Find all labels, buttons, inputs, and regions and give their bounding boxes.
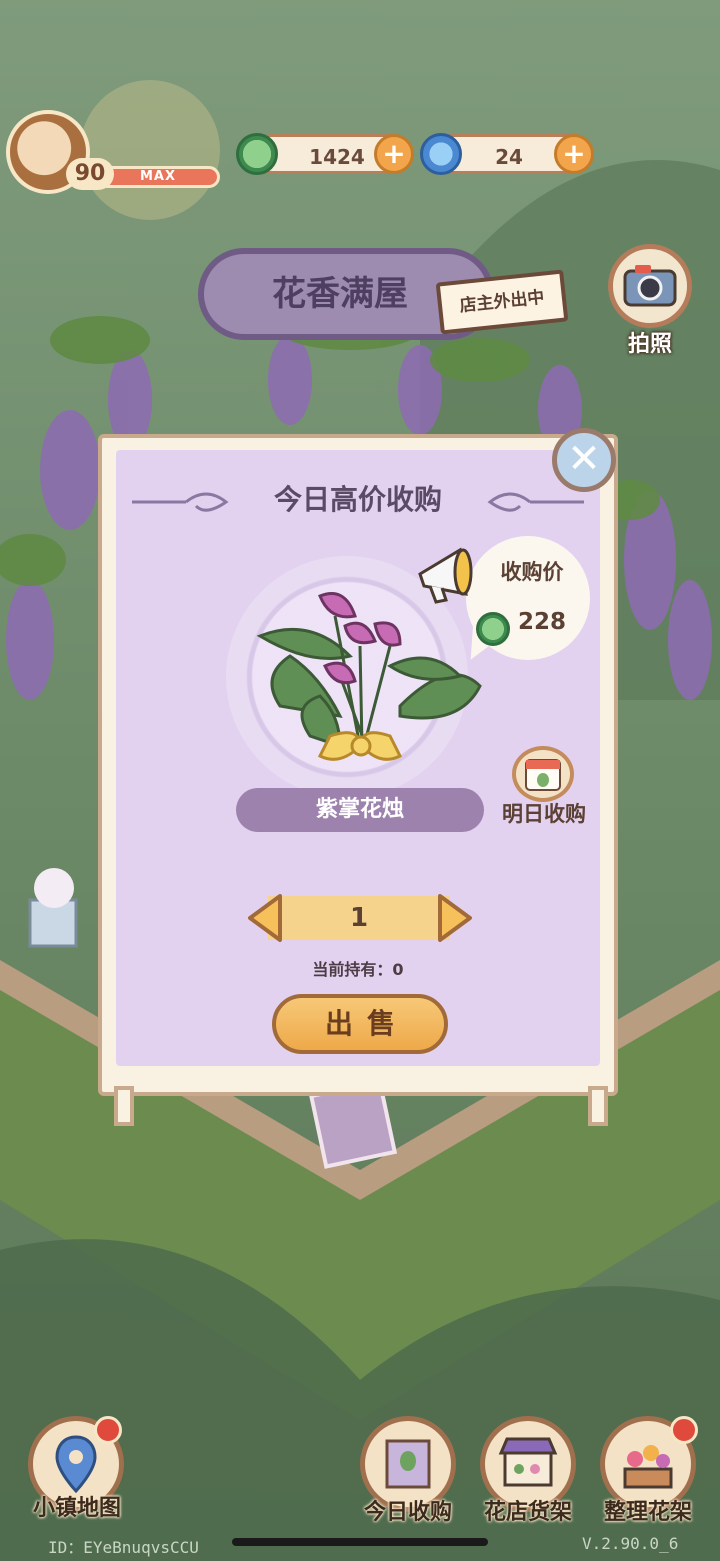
board-title: 今日高价收购 xyxy=(273,483,442,516)
close-icon: ✕ xyxy=(567,436,601,482)
sell-button-label: 出售 xyxy=(324,1007,409,1040)
version-label: V.2.90.0_6 xyxy=(582,1534,679,1553)
add-gems-button[interactable]: + xyxy=(554,134,594,174)
notification-dot xyxy=(670,1416,698,1444)
calendar-icon xyxy=(525,759,561,791)
camera-button[interactable] xyxy=(608,244,692,328)
town-map-label: 小镇地图 xyxy=(32,1496,121,1521)
camera-icon xyxy=(623,265,677,307)
board-leg-left xyxy=(114,1086,134,1126)
tomorrow-purchase-button[interactable] xyxy=(512,746,574,802)
player-level: 90 xyxy=(66,158,114,190)
decrease-quantity-button[interactable] xyxy=(244,892,286,944)
arrange-shelf-label: 整理花架 xyxy=(603,1500,692,1525)
increase-quantity-button[interactable] xyxy=(434,892,476,944)
board-leg-right xyxy=(588,1086,608,1126)
price-value: 228 xyxy=(518,609,567,635)
flower-shelf-label: 花店货架 xyxy=(483,1500,572,1525)
notification-dot xyxy=(94,1416,122,1444)
quantity-value: 1 xyxy=(349,903,369,933)
swirl-gem-icon xyxy=(420,133,462,175)
anthurium-flower-icon xyxy=(256,592,482,761)
held-count: 当前持有：0 xyxy=(312,960,404,979)
home-indicator[interactable] xyxy=(232,1538,488,1546)
item-name: 紫掌花烛 xyxy=(315,797,404,822)
today-purchase-label: 今日收购 xyxy=(363,1500,452,1525)
camera-label: 拍照 xyxy=(627,332,672,357)
player-id: ID：EYeBnuqvsCCU xyxy=(48,1538,199,1557)
clover-coin-icon xyxy=(476,612,510,646)
level-max-label: MAX xyxy=(139,169,177,184)
clover-coin-icon xyxy=(236,133,278,175)
megaphone-icon xyxy=(418,547,473,604)
close-button[interactable]: ✕ xyxy=(552,428,616,492)
tomorrow-purchase-label: 明日收购 xyxy=(502,802,586,826)
add-coins-button[interactable]: + xyxy=(374,134,414,174)
price-label: 收购价 xyxy=(500,560,564,584)
